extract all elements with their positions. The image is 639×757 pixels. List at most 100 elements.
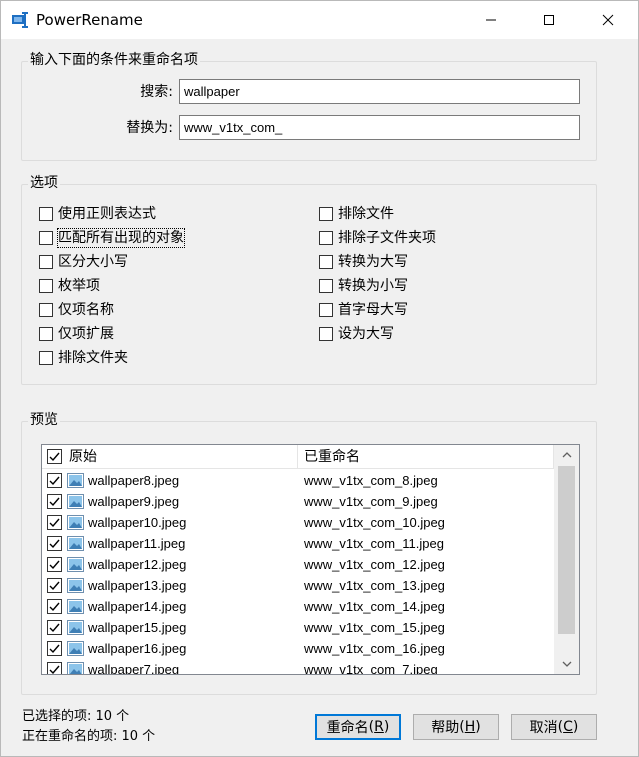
original-filename: wallpaper16.jpeg bbox=[88, 641, 187, 656]
close-button[interactable] bbox=[585, 1, 631, 39]
scroll-up-button[interactable] bbox=[554, 445, 579, 465]
checkbox-box[interactable] bbox=[39, 255, 53, 269]
original-filename: wallpaper9.jpeg bbox=[88, 494, 180, 509]
preview-row[interactable]: wallpaper7.jpeg www_v1tx_com_7.jpeg bbox=[42, 659, 554, 674]
row-checkbox[interactable] bbox=[47, 578, 62, 593]
row-checkbox[interactable] bbox=[47, 641, 62, 656]
minimize-button[interactable] bbox=[468, 1, 514, 39]
replace-input[interactable]: www_v1tx_com_ bbox=[179, 115, 580, 140]
select-all-checkbox[interactable] bbox=[47, 449, 62, 464]
original-filename: wallpaper15.jpeg bbox=[88, 620, 187, 635]
close-icon bbox=[602, 14, 614, 26]
scroll-down-button[interactable] bbox=[554, 654, 579, 674]
checkbox-box[interactable] bbox=[39, 231, 53, 245]
checkbox-box[interactable] bbox=[39, 303, 53, 317]
checkbox-exclude-folders[interactable]: 排除文件夹 bbox=[39, 348, 128, 368]
chevron-up-icon bbox=[562, 452, 571, 458]
checkbox-match-all[interactable]: 匹配所有出现的对象 bbox=[39, 228, 185, 248]
preview-row[interactable]: wallpaper9.jpeg www_v1tx_com_9.jpeg bbox=[42, 491, 554, 512]
checkbox-box[interactable] bbox=[319, 279, 333, 293]
checkbox-uppercase[interactable]: 转换为大写 bbox=[319, 252, 408, 272]
checkbox-label: 转换为小写 bbox=[338, 278, 408, 294]
checkbox-box[interactable] bbox=[39, 279, 53, 293]
checkmark-icon bbox=[49, 518, 60, 528]
column-header-original[interactable]: 原始 bbox=[69, 448, 97, 466]
cancel-button[interactable]: 取消(C) bbox=[511, 714, 597, 740]
checkbox-exclude-files[interactable]: 排除文件 bbox=[319, 204, 394, 224]
powerrename-app-icon bbox=[12, 12, 28, 28]
preview-row[interactable]: wallpaper14.jpeg www_v1tx_com_14.jpeg bbox=[42, 596, 554, 617]
preview-row[interactable]: wallpaper15.jpeg www_v1tx_com_15.jpeg bbox=[42, 617, 554, 638]
vertical-scrollbar[interactable] bbox=[554, 445, 579, 674]
row-checkbox[interactable] bbox=[47, 473, 62, 488]
checkbox-box[interactable] bbox=[319, 231, 333, 245]
renamed-filename: www_v1tx_com_13.jpeg bbox=[304, 578, 445, 593]
scroll-thumb[interactable] bbox=[558, 466, 575, 634]
preview-list-header: 原始 已重命名 bbox=[42, 445, 554, 469]
original-filename: wallpaper13.jpeg bbox=[88, 578, 187, 593]
image-file-icon bbox=[67, 557, 84, 572]
selected-count: 已选择的项: 10 个 bbox=[22, 709, 130, 724]
checkbox-box[interactable] bbox=[319, 327, 333, 341]
checkbox-lowercase[interactable]: 转换为小写 bbox=[319, 276, 408, 296]
row-checkbox[interactable] bbox=[47, 494, 62, 509]
help-accel-key: H bbox=[464, 719, 476, 735]
checkbox-box[interactable] bbox=[319, 207, 333, 221]
image-file-icon bbox=[67, 599, 84, 614]
checkbox-label: 仅项名称 bbox=[58, 302, 114, 318]
checkbox-case-sensitive[interactable]: 区分大小写 bbox=[39, 252, 128, 272]
checkbox-capitalize[interactable]: 设为大写 bbox=[319, 324, 394, 344]
checkbox-label: 匹配所有出现的对象 bbox=[57, 228, 185, 248]
checkbox-box[interactable] bbox=[39, 207, 53, 221]
original-filename: wallpaper11.jpeg bbox=[88, 536, 186, 551]
criteria-group bbox=[21, 61, 597, 161]
preview-row[interactable]: wallpaper8.jpeg www_v1tx_com_8.jpeg bbox=[42, 470, 554, 491]
preview-row[interactable]: wallpaper16.jpeg www_v1tx_com_16.jpeg bbox=[42, 638, 554, 659]
maximize-button[interactable] bbox=[526, 1, 572, 39]
original-filename: wallpaper10.jpeg bbox=[88, 515, 187, 530]
preview-row[interactable]: wallpaper10.jpeg www_v1tx_com_10.jpeg bbox=[42, 512, 554, 533]
row-checkbox[interactable] bbox=[47, 557, 62, 572]
checkbox-box[interactable] bbox=[39, 351, 53, 365]
preview-row[interactable]: wallpaper13.jpeg www_v1tx_com_13.jpeg bbox=[42, 575, 554, 596]
checkbox-label: 转换为大写 bbox=[338, 254, 408, 270]
renamed-filename: www_v1tx_com_9.jpeg bbox=[304, 494, 438, 509]
preview-legend: 预览 bbox=[28, 411, 60, 429]
powerrename-window: PowerRename 输入下面的条件来重命名项 搜索: wallpaper 替… bbox=[0, 0, 639, 757]
search-input[interactable]: wallpaper bbox=[179, 79, 580, 104]
row-checkbox[interactable] bbox=[47, 599, 62, 614]
image-file-icon bbox=[67, 662, 84, 674]
criteria-legend: 输入下面的条件来重命名项 bbox=[28, 51, 200, 69]
checkmark-icon bbox=[49, 476, 60, 486]
checkbox-label: 排除文件 bbox=[338, 206, 394, 222]
checkbox-box[interactable] bbox=[39, 327, 53, 341]
checkbox-exclude-subfolders[interactable]: 排除子文件夹项 bbox=[319, 228, 436, 248]
preview-row[interactable]: wallpaper12.jpeg www_v1tx_com_12.jpeg bbox=[42, 554, 554, 575]
checkbox-extension-only[interactable]: 仅项扩展 bbox=[39, 324, 114, 344]
rename-button[interactable]: 重命名(R) bbox=[315, 714, 401, 740]
checkbox-box[interactable] bbox=[319, 303, 333, 317]
replace-label: 替换为: bbox=[126, 120, 173, 136]
checkbox-enumerate[interactable]: 枚举项 bbox=[39, 276, 100, 296]
title-bar[interactable]: PowerRename bbox=[1, 1, 638, 39]
checkbox-label: 枚举项 bbox=[58, 278, 100, 294]
preview-row[interactable]: wallpaper11.jpeg www_v1tx_com_11.jpeg bbox=[42, 533, 554, 554]
checkmark-icon bbox=[49, 581, 60, 591]
row-checkbox[interactable] bbox=[47, 536, 62, 551]
row-checkbox[interactable] bbox=[47, 620, 62, 635]
checkmark-icon bbox=[49, 644, 60, 654]
checkbox-titlecase[interactable]: 首字母大写 bbox=[319, 300, 408, 320]
checkbox-label: 排除子文件夹项 bbox=[338, 230, 436, 246]
preview-list[interactable]: 原始 已重命名 wallpaper8.jpeg www_v1tx_com_8.jp… bbox=[41, 444, 580, 675]
original-filename: wallpaper14.jpeg bbox=[88, 599, 187, 614]
checkbox-label: 仅项扩展 bbox=[58, 326, 114, 342]
row-checkbox[interactable] bbox=[47, 662, 62, 674]
checkbox-box[interactable] bbox=[319, 255, 333, 269]
help-button[interactable]: 帮助(H) bbox=[413, 714, 499, 740]
column-header-renamed[interactable]: 已重命名 bbox=[304, 448, 360, 466]
checkmark-icon bbox=[49, 602, 60, 612]
checkbox-use-regex[interactable]: 使用正则表达式 bbox=[39, 204, 156, 224]
checkbox-name-only[interactable]: 仅项名称 bbox=[39, 300, 114, 320]
row-checkbox[interactable] bbox=[47, 515, 62, 530]
column-divider[interactable] bbox=[297, 445, 298, 469]
